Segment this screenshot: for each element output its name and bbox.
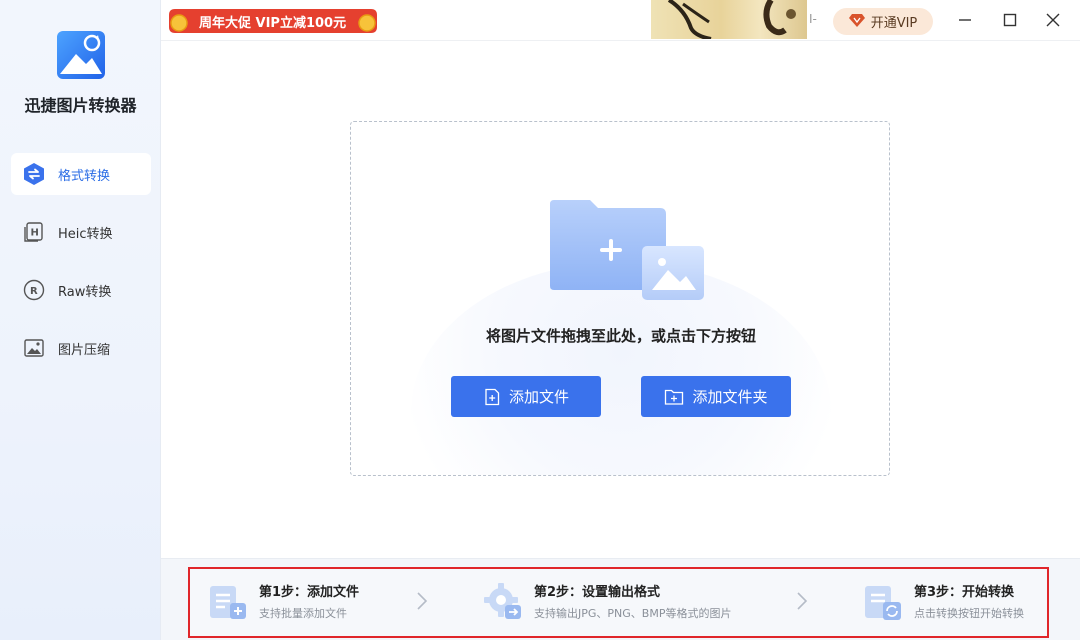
minimize-icon	[959, 19, 971, 21]
step-desc: 支持输出JPG、PNG、BMP等格式的图片	[534, 607, 732, 620]
step-title: 第2步：设置输出格式	[534, 585, 661, 600]
maximize-button[interactable]	[1000, 10, 1020, 30]
step-3: 第3步：开始转换 点击转换按钮开始转换	[862, 577, 1042, 627]
sidebar-item-label: 格式转换	[58, 168, 111, 184]
chevron-right-icon	[797, 592, 808, 610]
svg-text:H: H	[31, 228, 39, 239]
add-folder-label: 添加文件夹	[692, 388, 768, 406]
app-logo-icon	[56, 30, 106, 80]
sidebar-item-compress[interactable]: 图片压缩	[11, 327, 151, 369]
chevron-right-icon	[417, 592, 428, 610]
sidebar: 迅捷图片转换器 格式转换 H Heic转换 R Raw转换 图片压缩	[0, 0, 161, 640]
add-file-step-icon	[207, 581, 249, 623]
promo-text: 周年大促 VIP立减100元	[199, 16, 347, 31]
sidebar-item-raw[interactable]: R Raw转换	[11, 269, 151, 311]
add-file-button[interactable]: 添加文件	[451, 376, 601, 417]
heic-icon: H	[22, 220, 46, 244]
sidebar-item-label: Raw转换	[58, 284, 112, 300]
vip-label: 开通VIP	[870, 16, 918, 31]
app-name: 迅捷图片转换器	[24, 96, 137, 115]
step-2: 第2步：设置输出格式 支持输出JPG、PNG、BMP等格式的图片	[482, 577, 782, 627]
sidebar-item-heic[interactable]: H Heic转换	[11, 211, 151, 253]
close-button[interactable]	[1043, 10, 1063, 30]
steps-guide: 第1步：添加文件 支持批量添加文件 第2步：设置输出格式 支持输出JPG、PNG…	[188, 567, 1049, 638]
swap-icon	[22, 162, 46, 186]
step-title: 第3步：开始转换	[914, 585, 1015, 600]
title-bar: 周年大促 VIP立减100元 I- 开通VIP	[161, 0, 1080, 41]
svg-text:R: R	[30, 286, 38, 297]
drop-hint-text: 将图片文件拖拽至此处，或点击下方按钮	[485, 327, 756, 345]
step-1: 第1步：添加文件 支持批量添加文件	[207, 577, 407, 627]
open-vip-button[interactable]: 开通VIP	[833, 8, 933, 35]
ad-extra-text: I-	[809, 12, 817, 26]
step-title: 第1步：添加文件	[259, 585, 360, 600]
settings-step-icon	[482, 581, 524, 623]
diamond-icon	[848, 13, 865, 31]
add-file-label: 添加文件	[508, 388, 569, 406]
file-drop-zone[interactable]: 将图片文件拖拽至此处，或点击下方按钮 添加文件 添加文件夹	[350, 121, 890, 476]
maximize-icon	[1003, 13, 1017, 27]
add-folder-icon	[664, 388, 684, 406]
promo-banner[interactable]: 周年大促 VIP立减100元	[167, 7, 379, 35]
step-desc: 点击转换按钮开始转换	[914, 607, 1024, 620]
sidebar-item-label: 图片压缩	[58, 342, 111, 358]
add-file-icon	[483, 388, 501, 406]
sidebar-item-label: Heic转换	[58, 226, 113, 242]
app-window: 迅捷图片转换器 格式转换 H Heic转换 R Raw转换 图片压缩 周年大促 …	[0, 0, 1080, 640]
convert-step-icon	[862, 581, 904, 623]
raw-icon: R	[22, 278, 46, 302]
add-folder-button[interactable]: 添加文件夹	[641, 376, 791, 417]
minimize-button[interactable]	[955, 10, 975, 30]
image-compress-icon	[22, 336, 46, 360]
ad-image[interactable]	[651, 0, 807, 39]
close-icon	[1046, 13, 1060, 27]
step-desc: 支持批量添加文件	[259, 607, 347, 620]
add-folder-illustration-icon	[544, 196, 704, 306]
sidebar-item-format-convert[interactable]: 格式转换	[11, 153, 151, 195]
